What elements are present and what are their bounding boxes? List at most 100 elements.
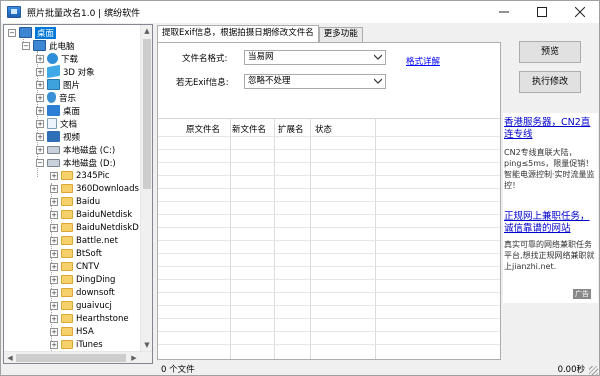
tree-folder[interactable]: + guaivucj [50, 299, 112, 312]
collapse-icon[interactable]: − [8, 28, 16, 37]
scroll-thumb[interactable] [143, 39, 151, 189]
tree-folder[interactable]: + iTunes [50, 338, 103, 351]
tree-label: 2345Pic [76, 170, 110, 181]
scroll-left-icon[interactable]: ◀ [4, 352, 16, 363]
tree-label: Baidu [76, 196, 101, 207]
tree-label: 此电脑 [49, 41, 75, 52]
filename-format-select[interactable]: 当易网 [244, 50, 386, 65]
format-help-link[interactable]: 格式详解 [406, 55, 440, 67]
expand-icon[interactable]: + [50, 210, 58, 219]
tree-label: iTunes [76, 339, 103, 350]
scroll-thumb[interactable] [16, 354, 126, 362]
tree-folder[interactable]: + DingDing [50, 273, 115, 286]
tree-folder[interactable]: + Hearthstone [50, 312, 129, 325]
expand-icon[interactable]: + [50, 197, 58, 206]
tab-page: 文件名格式: 当易网 格式详解 若无Exif信息: 忽略不处理 原文件名 新文件… [157, 42, 501, 360]
expand-icon[interactable]: + [50, 262, 58, 271]
maximize-button[interactable] [523, 1, 561, 23]
tree-label: guaivucj [76, 300, 112, 311]
tree-item-desktop[interactable]: + 桌面 [36, 104, 80, 117]
tree-item-downloads[interactable]: + 下载 [36, 52, 78, 65]
tree-label: 本地磁盘 (D:) [63, 158, 116, 169]
tree-label: BtSoft [76, 248, 102, 259]
expand-icon[interactable]: + [36, 54, 44, 63]
expand-icon[interactable]: + [50, 223, 58, 232]
desktop-icon [19, 27, 32, 38]
tree-folder[interactable]: +360Downloads [50, 182, 139, 195]
tree-label: CNTV [76, 261, 100, 272]
tree-item-desktop-root[interactable]: − 桌面 [8, 26, 57, 39]
computer-icon [33, 40, 46, 51]
tree-item-3d-objects[interactable]: + 3D 对象 [36, 64, 95, 79]
expand-icon[interactable]: + [36, 67, 44, 76]
tree-folder[interactable]: + BaiduNetdisk [50, 208, 132, 221]
tree-item-drive-c[interactable]: + 本地磁盘 (C:) [36, 143, 115, 156]
3d-objects-icon [47, 64, 60, 79]
tree-label: 360Downloads [76, 183, 139, 194]
minimize-button[interactable] [485, 1, 523, 23]
tree-folder[interactable]: + Baidu [50, 195, 100, 208]
tree-label: 文档 [60, 119, 78, 130]
folder-icon [61, 314, 73, 323]
expand-icon[interactable]: + [50, 275, 58, 284]
expand-icon[interactable]: + [50, 288, 58, 297]
ad-title-1[interactable]: 香港服务器，CN2直连专线 [504, 117, 598, 141]
column-new-name[interactable]: 新文件名 [232, 123, 266, 135]
tab-more-features[interactable]: 更多功能 [318, 27, 363, 42]
tree-horizontal-scrollbar[interactable]: ◀ ▶ [4, 351, 152, 363]
tree-item-pictures[interactable]: + 图片 [36, 78, 80, 91]
tree-vertical-scrollbar[interactable]: ▲ ▼ [140, 25, 152, 351]
expand-icon[interactable]: + [50, 184, 58, 193]
tree-item-music[interactable]: + 音乐 [36, 91, 76, 104]
tab-exif-rename[interactable]: 提取Exif信息，根据拍摄日期修改文件名 [157, 25, 319, 43]
expand-icon[interactable]: + [50, 314, 58, 323]
preview-button[interactable]: 预览 [519, 41, 581, 63]
expand-icon[interactable]: + [50, 301, 58, 310]
scroll-down-icon[interactable]: ▼ [141, 339, 152, 351]
tree-folder[interactable]: + downsoft [50, 286, 115, 299]
scroll-up-icon[interactable]: ▲ [141, 25, 152, 37]
expand-icon[interactable]: + [36, 145, 44, 154]
tree-item-this-pc[interactable]: − 此电脑 [22, 39, 75, 52]
expand-icon[interactable]: + [36, 132, 44, 141]
file-count: 0 个文件 [161, 365, 195, 375]
collapse-icon[interactable]: − [22, 41, 30, 50]
videos-icon [47, 131, 60, 142]
expand-icon[interactable]: + [36, 106, 44, 115]
tree-item-videos[interactable]: + 视频 [36, 130, 80, 143]
tree-folder[interactable]: + HSA [50, 325, 94, 338]
status-bar: 0 个文件 0.00秒 [157, 362, 599, 376]
expand-icon[interactable]: + [36, 119, 44, 128]
tree-folder[interactable]: + CNTV [50, 260, 99, 273]
expand-icon[interactable]: + [36, 93, 44, 102]
column-status[interactable]: 状态 [315, 123, 332, 135]
expand-icon[interactable]: + [50, 249, 58, 258]
tree-folder[interactable]: +2345Pic [50, 169, 110, 182]
expand-icon[interactable]: + [50, 340, 58, 349]
tree-label: BaiduNetdiskD [76, 222, 139, 233]
ad-title-2[interactable]: 正规网上兼职任务，诚信靠谱的网站 [504, 211, 598, 235]
tree-item-drive-d[interactable]: − 本地磁盘 (D:) [36, 156, 116, 169]
close-button[interactable] [561, 1, 599, 23]
resize-grip-icon[interactable] [589, 366, 598, 375]
elapsed-time: 0.00秒 [557, 365, 585, 375]
expand-icon[interactable]: + [50, 327, 58, 336]
scroll-right-icon[interactable]: ▶ [128, 352, 140, 363]
folder-icon [61, 171, 73, 180]
folder-tree[interactable]: − 桌面 − 此电脑 + 下载 + 3D 对象 + 图片 + 音乐 + 桌面 +… [3, 24, 153, 364]
column-original-name[interactable]: 原文件名 [186, 123, 220, 135]
expand-icon[interactable]: + [50, 236, 58, 245]
expand-icon[interactable]: + [36, 80, 44, 89]
no-exif-label: 若无Exif信息: [176, 78, 229, 88]
execute-rename-button[interactable]: 执行修改 [519, 71, 581, 93]
no-exif-select[interactable]: 忽略不处理 [244, 74, 386, 89]
tree-item-documents[interactable]: + 文档 [36, 117, 77, 130]
tree-folder[interactable]: + BtSoft [50, 247, 102, 260]
expand-icon[interactable]: + [50, 171, 58, 180]
tree-folder[interactable]: + BaiduNetdiskD [50, 221, 139, 234]
tree-folder[interactable]: + Battle.net [50, 234, 118, 247]
file-list[interactable]: 原文件名 新文件名 扩展名 状态 [158, 118, 500, 359]
collapse-icon[interactable]: − [36, 158, 44, 167]
filename-format-value: 当易网 [248, 52, 274, 62]
column-extension[interactable]: 扩展名 [278, 123, 304, 135]
